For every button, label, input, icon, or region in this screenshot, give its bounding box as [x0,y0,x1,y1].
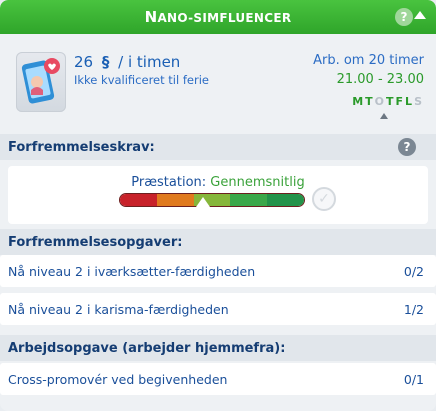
check-icon: ✓ [312,187,336,211]
day-letter: T [365,95,375,108]
meter-segment [156,194,194,206]
career-phone-icon [16,52,66,112]
day-letter: O [374,95,387,108]
work-task-header: Arbejdsopgave (arbejder hjemmefra): [0,335,436,361]
current-day-marker-icon [380,113,388,119]
pay-suffix: / i timen [118,53,181,71]
work-task-row[interactable]: Cross-promovér ved begivenheden 0/1 [0,363,436,395]
day-letter: S [414,95,424,108]
promotion-task-row[interactable]: Nå niveau 2 i karisma-færdigheden 1/2 [0,293,436,325]
help-icon[interactable]: ? [395,8,413,26]
task-count: 0/1 [403,372,424,387]
promotion-task-row[interactable]: Nå niveau 2 i iværksætter-færdigheden 0/… [0,255,436,287]
task-count: 0/2 [403,264,424,279]
work-hours: 21.00 - 23.00 [336,72,424,87]
meter-segment [230,194,268,206]
day-letter: M [352,95,366,108]
task-count: 1/2 [403,302,424,317]
career-header: Nano-simfluencer ? [0,0,436,34]
meter-segment [120,194,157,206]
pay-amount: 26 [74,53,94,71]
work-countdown: Arb. om 20 timer [313,53,424,68]
performance-label: Præstation: Gennemsnitlig [8,175,428,190]
simoleon-icon: § [101,53,110,71]
performance-meter [119,193,305,207]
day-letter: F [395,95,406,108]
work-days: MTOTFLS [352,95,424,108]
performance-box: Præstation: Gennemsnitlig ✓ [8,166,428,224]
career-info: 26 § / i timen Ikke kvalificeret til fer… [0,34,436,134]
pay-rate: 26 § / i timen [74,53,180,71]
career-title: Nano-simfluencer [144,8,292,26]
requirements-help-icon[interactable]: ? [398,138,416,156]
performance-pointer-icon [196,197,210,207]
promotion-tasks-header: Forfremmelsesopgaver: [0,229,436,255]
promotion-requirements-title: Forfremmelseskrav: [8,140,155,155]
performance-key: Præstation: [131,175,207,190]
work-task-title: Arbejdsopgave (arbejder hjemmefra): [8,341,286,356]
career-panel: Nano-simfluencer ? 26 § / i timen Ikke k… [0,0,436,411]
task-label: Cross-promovér ved begivenheden [8,372,228,387]
day-letter: L [405,95,415,108]
task-label: Nå niveau 2 i iværksætter-færdigheden [8,264,256,279]
task-label: Nå niveau 2 i karisma-færdigheden [8,302,229,317]
vacation-note: Ikke kvalificeret til ferie [74,73,209,87]
performance-value: Gennemsnitlig [210,175,305,190]
promotion-requirements-header: Forfremmelseskrav: ? [0,134,436,160]
day-letter: T [386,95,396,108]
meter-segment [267,194,304,206]
promotion-tasks-title: Forfremmelsesopgaver: [8,235,183,250]
collapse-icon[interactable] [414,11,426,19]
